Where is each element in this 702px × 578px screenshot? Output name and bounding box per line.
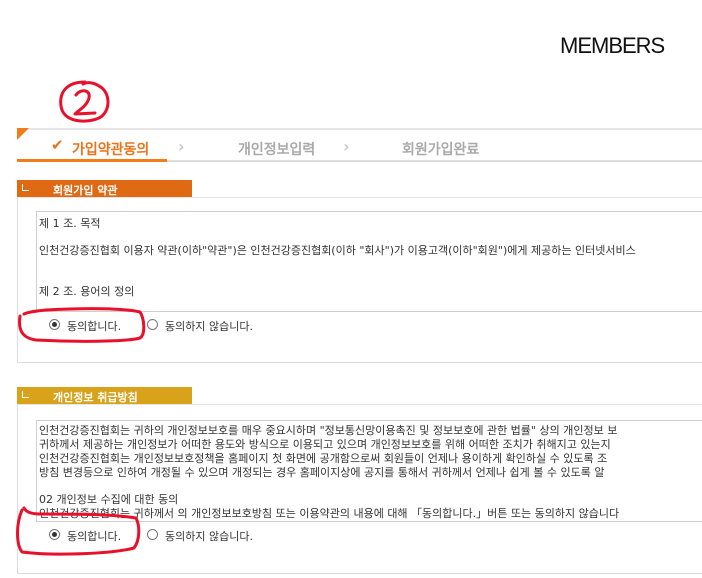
page-title: MEMBERS <box>560 33 665 58</box>
terms-line: 제 1 조. 목적 <box>39 217 101 230</box>
privacy-section-header: 개인정보 취급방침 <box>17 387 192 404</box>
terms-line: 인천건강증진협회 이용자 약관(이하"약관")은 인천건강증진협회(이하 "회사… <box>39 244 636 257</box>
annotation-number-2 <box>59 80 110 123</box>
step-bar-corner <box>17 128 29 140</box>
step-personal-info: 개인정보입력 <box>238 142 316 158</box>
privacy-disagree-radio[interactable] <box>147 529 158 540</box>
arrow-icon <box>22 391 29 398</box>
privacy-line: 방침 변경등으로 인하여 개정될 수 있으며 개정되는 경우 홈페이지상에 공지… <box>39 466 605 479</box>
terms-section-title: 회원가입 약관 <box>53 184 118 197</box>
terms-disagree-radio[interactable] <box>147 319 158 330</box>
annotation-circle-privacy-agree <box>16 506 141 556</box>
step-terms-agreement: 가입약관동의 <box>72 142 150 158</box>
check-icon: ✔ <box>51 136 64 154</box>
terms-text-box[interactable]: 제 1 조. 목적 인천건강증진협회 이용자 약관(이하"약관")은 인천건강증… <box>36 211 702 312</box>
step-bar-top-line <box>17 128 702 130</box>
chevron-right-icon: › <box>343 137 350 156</box>
chevron-right-icon: › <box>178 137 185 156</box>
step-signup-complete: 회원가입완료 <box>402 142 480 158</box>
privacy-section-title: 개인정보 취급방침 <box>53 391 138 404</box>
terms-disagree-label[interactable]: 동의하지 않습니다. <box>165 318 253 334</box>
annotation-circle-terms-agree <box>18 307 146 343</box>
terms-section-header: 회원가입 약관 <box>17 180 192 197</box>
step-active-underline <box>17 159 167 162</box>
privacy-disagree-label[interactable]: 동의하지 않습니다. <box>165 528 253 544</box>
terms-line: 제 2 조. 용어의 정의 <box>39 285 135 298</box>
arrow-icon <box>22 184 29 191</box>
